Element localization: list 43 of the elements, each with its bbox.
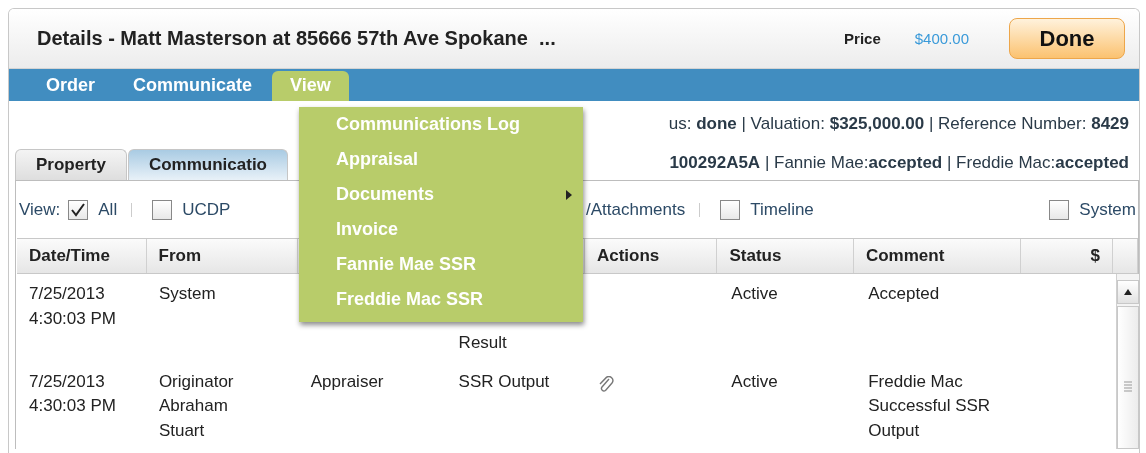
order-summary: us: done | Valuation: $325,000.00 | Reference Number: 8429: [668, 114, 1129, 134]
view-label: View:: [19, 199, 61, 220]
table-cell: Result: [458, 333, 507, 352]
table-cell: Active: [731, 371, 778, 391]
column-header[interactable]: Actions: [584, 239, 718, 273]
scrollbar[interactable]: [1116, 274, 1139, 449]
column-header[interactable]: Date/Time: [17, 239, 147, 273]
checkbox[interactable]: [720, 199, 741, 220]
price-value: $400.00: [914, 30, 969, 47]
price-label: Price: [844, 30, 881, 47]
table-cell: Originator Abraham Stuart: [158, 371, 234, 440]
table-cell: Accepted: [868, 284, 940, 303]
submenu-arrow-icon: [565, 188, 573, 201]
table-cell: 7/25/2013 4:30:03 PM: [29, 284, 116, 328]
menu-item[interactable]: Order: [28, 71, 114, 101]
table-cell: Active: [731, 284, 778, 303]
table-cell: SSR Output: [458, 371, 550, 391]
checkbox-label[interactable]: UCDP: [182, 199, 231, 220]
scroll-up-button[interactable]: [1117, 280, 1139, 304]
column-header[interactable]: From: [146, 239, 298, 273]
checkbox-label[interactable]: Timeline: [750, 199, 814, 220]
tab[interactable]: Property: [15, 149, 127, 180]
table-cell: Freddie Mac Successful SSR Output: [868, 371, 991, 440]
scroll-thumb[interactable]: [1117, 306, 1139, 449]
table-cell: Appraiser: [310, 371, 384, 391]
filter-label: /Attachments: [586, 199, 686, 220]
menu-item[interactable]: Communicate: [115, 71, 271, 101]
column-header[interactable]: Comment: [853, 239, 1022, 273]
checkbox-label[interactable]: System: [1079, 199, 1136, 220]
column-header[interactable]: Status: [717, 239, 854, 273]
column-header[interactable]: $: [1021, 239, 1113, 273]
checkbox[interactable]: [152, 199, 173, 220]
submission-summary: 100292A5A | Fannie Mae:accepted | Freddie Mac:accepted: [669, 152, 1130, 173]
paperclip-icon[interactable]: [598, 375, 615, 394]
table-cell: System: [158, 284, 216, 303]
checkbox-label[interactable]: All: [98, 199, 118, 220]
checkbox[interactable]: [68, 199, 89, 220]
done-button[interactable]: Done: [1009, 18, 1125, 59]
caret-up-icon: [1124, 289, 1132, 295]
window-title: Details - Matt Masterson at 85666 57th Ave Spokane ...: [37, 27, 557, 50]
tab[interactable]: Communicatio: [127, 149, 288, 180]
table-cell: 7/25/2013 4:30:03 PM: [29, 371, 116, 415]
checkbox[interactable]: [1049, 199, 1070, 220]
